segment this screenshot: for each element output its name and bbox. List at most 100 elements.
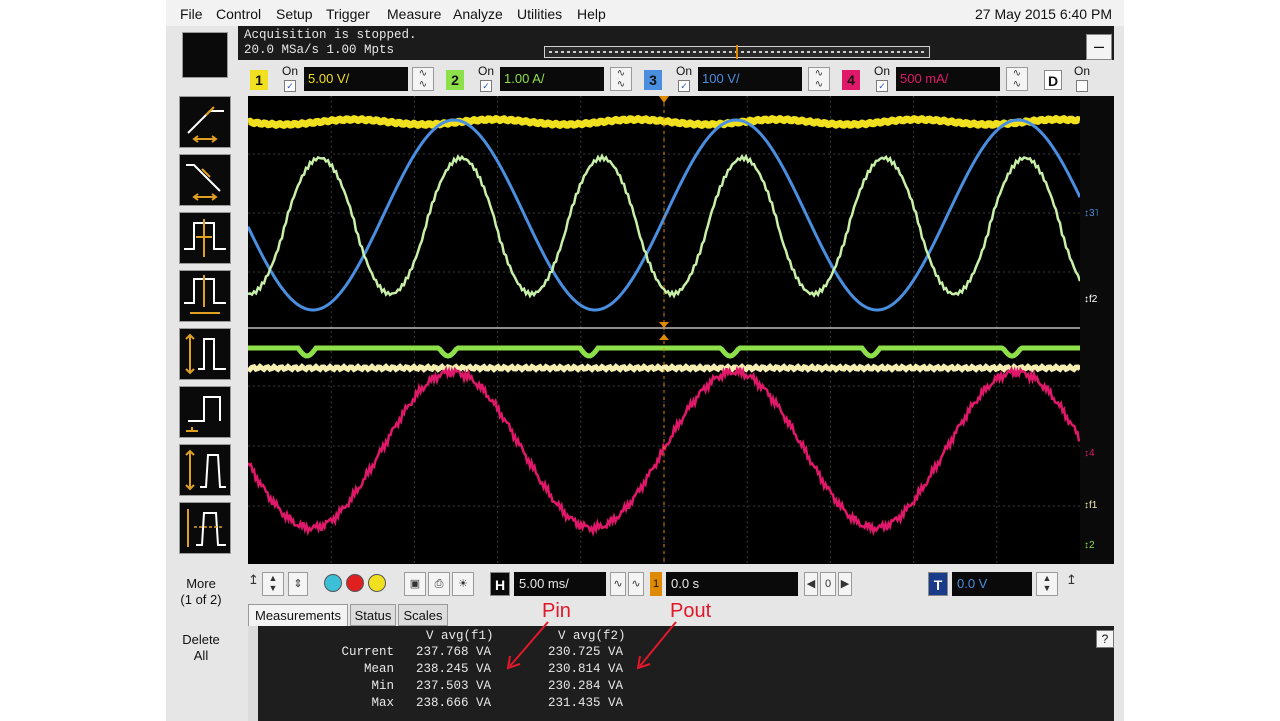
left-toolbar: More (1 of 2) Delete All: [166, 26, 238, 721]
channel-1-scale[interactable]: 5.00 V/: [304, 67, 408, 91]
menu-measure[interactable]: Measure: [387, 6, 441, 22]
help-button[interactable]: ?: [1096, 630, 1114, 648]
channel-2-on-checkbox[interactable]: ✓: [480, 80, 492, 92]
math-f1-offset-marker[interactable]: ↕f1: [1084, 500, 1097, 511]
pattern-trigger-button[interactable]: [179, 270, 231, 322]
measurements-scrollbar[interactable]: [248, 626, 258, 721]
tab-scales[interactable]: Scales: [398, 604, 448, 626]
rising-edge-icon: [187, 106, 224, 143]
coupling-select[interactable]: ⇕: [288, 572, 308, 596]
print-button[interactable]: ⎙: [428, 572, 450, 596]
sample-rate: 20.0 MSa/s 1.00 Mpts: [244, 43, 395, 57]
measurement-label: Current: [341, 645, 394, 659]
delay-prev-button[interactable]: ◀: [804, 572, 818, 596]
channel-3-badge[interactable]: 3: [644, 70, 662, 90]
more-button[interactable]: More (1 of 2): [166, 576, 236, 608]
channel-2-on-label: On: [478, 64, 495, 78]
timebase-field[interactable]: 5.00 ms/: [514, 572, 606, 596]
menu-help[interactable]: Help: [577, 6, 606, 22]
delay-marker: 1: [650, 572, 662, 596]
channel-2-scale[interactable]: 1.00 A/: [500, 67, 604, 91]
channel-3-offset-marker[interactable]: ↕3˥: [1084, 208, 1098, 219]
brightness-button[interactable]: ☀: [452, 572, 474, 596]
setup-hold-trigger-button[interactable]: [179, 386, 231, 438]
delete-all-label: Delete All: [182, 632, 220, 663]
trigger-level-spinner[interactable]: ▲ ▼: [1036, 572, 1058, 596]
sun-icon: ☀: [458, 578, 468, 590]
zoom-in-button[interactable]: ∿: [628, 572, 644, 596]
menu-setup[interactable]: Setup: [276, 6, 313, 22]
waveform-display[interactable]: [248, 96, 1080, 564]
coupling-select-icon: ⇕: [293, 578, 303, 590]
channel-4-badge[interactable]: 4: [842, 70, 860, 90]
stop-button[interactable]: [346, 574, 364, 592]
memory-timeline[interactable]: [544, 45, 930, 59]
channel-2-coupling[interactable]: ∿ ∿: [610, 67, 632, 91]
falling-edge-trigger-button[interactable]: [179, 154, 231, 206]
zoom-out-button[interactable]: ∿: [610, 572, 626, 596]
display-thumbnail[interactable]: [182, 32, 228, 78]
delay-zero-button[interactable]: 0: [820, 572, 836, 596]
transition-trigger-button[interactable]: [179, 444, 231, 496]
channel-row: 1 On ✓ 5.00 V/ ∿ ∿ 2 On ✓ 1.00 A/ ∿ ∿ 3 …: [238, 60, 1114, 96]
falling-edge-icon: [186, 164, 221, 201]
printer-icon: ⎙: [434, 578, 444, 590]
pulse-width-trigger-button[interactable]: [179, 212, 231, 264]
digital-on-label: On: [1074, 64, 1091, 78]
wave-icon: ∿: [613, 578, 623, 590]
measurement-label: Mean: [363, 662, 394, 676]
trigger-level-field[interactable]: 0.0 V: [952, 572, 1032, 596]
channel-1-on-label: On: [282, 64, 299, 78]
trigger-edge-icon[interactable]: ↥: [1066, 572, 1077, 588]
trigger-badge: T: [928, 572, 948, 596]
trigger-slope-icon[interactable]: ↥: [248, 572, 259, 588]
tab-status[interactable]: Status: [350, 604, 396, 626]
wave-icon: ∿: [631, 578, 641, 590]
coupling-icon: ∿ ∿: [418, 68, 428, 90]
channel-4-scale[interactable]: 500 mA/: [896, 67, 1000, 91]
menu-control[interactable]: Control: [216, 6, 261, 22]
rising-edge-trigger-button[interactable]: [179, 96, 231, 148]
digital-badge[interactable]: D: [1044, 70, 1062, 90]
menu-analyze[interactable]: Analyze: [453, 6, 503, 22]
menu-trigger[interactable]: Trigger: [326, 6, 370, 22]
single-run-button[interactable]: [324, 574, 342, 592]
annotation-arrows: [506, 621, 677, 670]
measurement-header-f1: V avg(f1): [426, 629, 494, 643]
delete-all-button[interactable]: Delete All: [166, 632, 236, 664]
run-button[interactable]: [368, 574, 386, 592]
channel-4-coupling[interactable]: ∿ ∿: [1006, 67, 1028, 91]
channel-2-badge[interactable]: 2: [446, 70, 464, 90]
measurement-value-f1: 237.768 VA: [416, 645, 492, 659]
digital-on-checkbox[interactable]: [1076, 80, 1088, 92]
channel-3-on-checkbox[interactable]: ✓: [678, 80, 690, 92]
window-icon: [187, 509, 226, 547]
window-trigger-button[interactable]: [179, 502, 231, 554]
channel-3-coupling[interactable]: ∿ ∿: [808, 67, 830, 91]
collapse-button[interactable]: –: [1086, 34, 1112, 60]
channel-1-on-checkbox[interactable]: ✓: [284, 80, 296, 92]
measurement-label: Max: [371, 696, 394, 710]
menu-utilities[interactable]: Utilities: [517, 6, 562, 22]
channel-1-badge[interactable]: 1: [250, 70, 268, 90]
channel-4-offset-marker[interactable]: ↕4: [1084, 448, 1095, 459]
channel-1-coupling[interactable]: ∿ ∿: [412, 67, 434, 91]
channel-3-on-label: On: [676, 64, 693, 78]
channel-4-on-label: On: [874, 64, 891, 78]
delay-field[interactable]: 0.0 s: [666, 572, 798, 596]
channel-2-offset-marker[interactable]: ↕2: [1084, 540, 1095, 551]
delay-next-button[interactable]: ▶: [838, 572, 852, 596]
screenshot-button[interactable]: ▣: [404, 572, 426, 596]
pin-arrow: [509, 621, 549, 667]
pulse-width-icon: [184, 219, 226, 257]
menu-file[interactable]: File: [180, 6, 203, 22]
position-spinner[interactable]: ▲ ▼: [262, 572, 284, 596]
math-f2-offset-marker[interactable]: ↕f2: [1084, 294, 1097, 305]
runt-trigger-button[interactable]: [179, 328, 231, 380]
channel-3-scale[interactable]: 100 V/: [698, 67, 802, 91]
tab-measurements[interactable]: Measurements: [248, 604, 348, 626]
timeline-marker: [736, 45, 738, 59]
date-time: 27 May 2015 6:40 PM: [975, 6, 1112, 22]
more-label: More (1 of 2): [180, 576, 222, 607]
channel-4-on-checkbox[interactable]: ✓: [876, 80, 888, 92]
